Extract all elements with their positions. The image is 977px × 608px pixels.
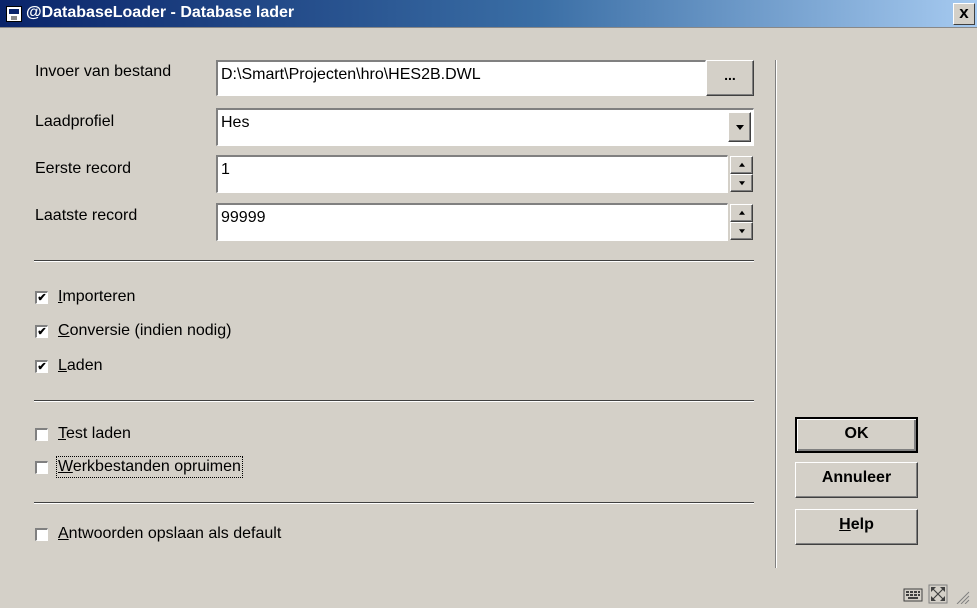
- vertical-separator: [775, 60, 777, 568]
- arrow-down-icon: [738, 229, 745, 234]
- window-title: @DatabaseLoader - Database lader: [26, 4, 295, 21]
- load-profile-select[interactable]: Hes: [216, 108, 754, 146]
- last-record-label: Laatste record: [35, 207, 138, 224]
- first-record-field[interactable]: 1: [216, 155, 728, 193]
- checkmark-icon: ✔: [37, 291, 47, 304]
- checkmark-icon: ✔: [37, 360, 47, 373]
- size-grip-icon[interactable]: [955, 590, 971, 604]
- load-profile-dropdown-button[interactable]: [728, 112, 751, 142]
- close-icon: x: [959, 3, 969, 22]
- conversion-checkbox[interactable]: ✔ Conversie (indien nodig): [35, 321, 231, 341]
- last-record-spin-down[interactable]: [730, 222, 753, 240]
- conversion-label: Conversie (indien nodig): [58, 322, 232, 339]
- last-record-spin-up[interactable]: [730, 204, 753, 222]
- load-checkbox[interactable]: ✔ Laden: [35, 356, 103, 376]
- first-record-label: Eerste record: [35, 160, 132, 177]
- import-checkbox[interactable]: ✔ Importeren: [35, 287, 135, 307]
- first-record-spin-down[interactable]: [730, 174, 753, 192]
- keyboard-icon[interactable]: [903, 585, 923, 603]
- separator: [34, 400, 754, 402]
- checkbox-box: [35, 460, 48, 474]
- checkbox-box: ✔: [35, 359, 48, 373]
- import-label: Importeren: [58, 288, 136, 305]
- separator: [34, 502, 754, 504]
- load-profile-value: Hes: [221, 114, 250, 131]
- cancel-button[interactable]: Annuleer: [795, 462, 918, 498]
- separator: [34, 260, 754, 262]
- browse-button[interactable]: ...: [706, 60, 754, 96]
- checkmark-icon: ✔: [37, 325, 47, 338]
- first-record-spin-up[interactable]: [730, 156, 753, 174]
- arrow-up-icon: [738, 210, 745, 215]
- checkbox-box: ✔: [35, 324, 48, 338]
- window-app-icon[interactable]: [6, 6, 22, 22]
- help-button[interactable]: Help: [795, 509, 918, 545]
- checkbox-box: ✔: [35, 290, 48, 304]
- close-button[interactable]: x: [953, 3, 975, 25]
- ok-button[interactable]: OK: [795, 417, 918, 453]
- arrow-down-icon: [738, 181, 745, 186]
- chevron-down-icon: [735, 125, 744, 130]
- title-bar: @DatabaseLoader - Database lader x: [0, 0, 977, 28]
- arrow-up-icon: [738, 162, 745, 167]
- load-label: Laden: [58, 357, 103, 374]
- input-file-label: Invoer van bestand: [35, 63, 172, 80]
- test-load-checkbox[interactable]: Test laden: [35, 424, 131, 444]
- save-defaults-checkbox[interactable]: Antwoorden opslaan als default: [35, 524, 281, 544]
- checkbox-box: [35, 527, 48, 541]
- cleanup-workfiles-label: Werkbestanden opruimen: [56, 456, 243, 478]
- resize-icon[interactable]: [928, 584, 948, 604]
- input-file-field[interactable]: D:\Smart\Projecten\hro\HES2B.DWL: [216, 60, 706, 96]
- test-load-label: Test laden: [58, 425, 131, 442]
- cleanup-workfiles-checkbox[interactable]: Werkbestanden opruimen: [35, 456, 243, 478]
- load-profile-label: Laadprofiel: [35, 113, 115, 130]
- save-defaults-label: Antwoorden opslaan als default: [58, 525, 282, 542]
- last-record-field[interactable]: 99999: [216, 203, 728, 241]
- checkbox-box: [35, 427, 48, 441]
